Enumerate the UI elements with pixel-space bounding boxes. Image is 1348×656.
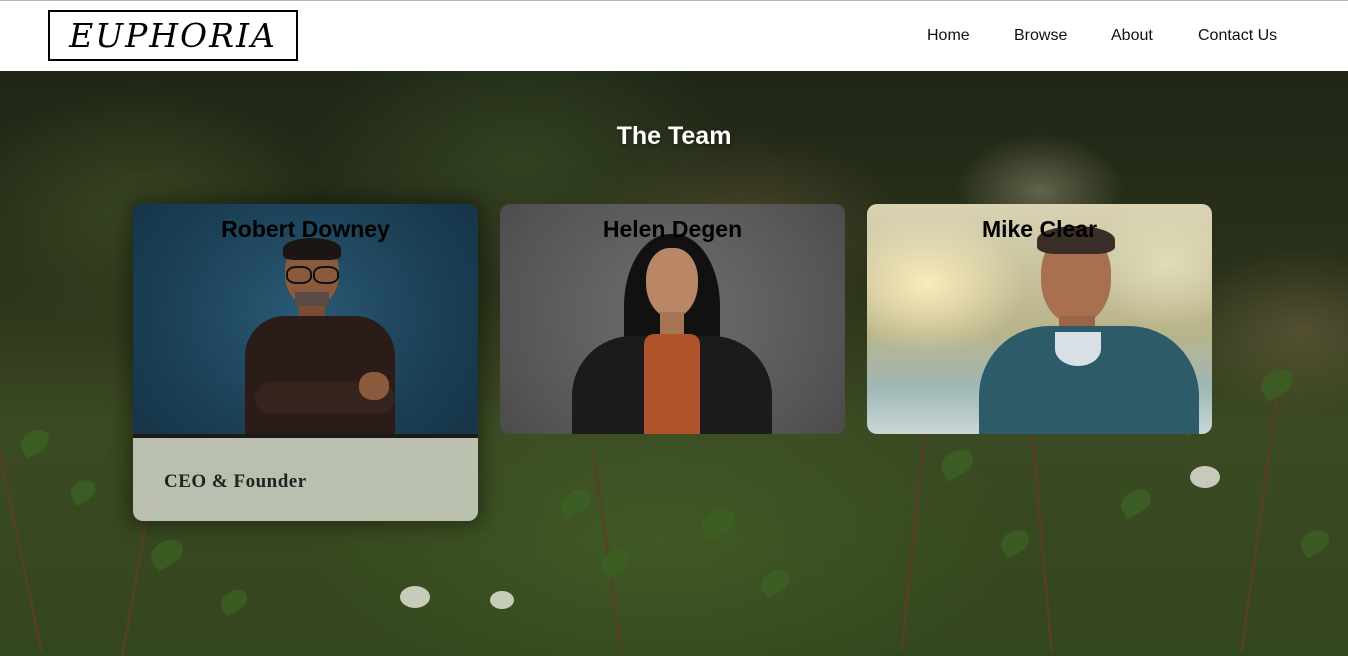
card-name: Mike Clear — [981, 216, 1098, 242]
nav-link-browse[interactable]: Browse — [1014, 26, 1067, 46]
card-role: CEO & Founder — [164, 471, 307, 492]
nav-link-about[interactable]: About — [1111, 26, 1153, 46]
nav-link-contact-us[interactable]: Contact Us — [1198, 26, 1277, 46]
team-card-mike-clear[interactable]: Mike Clear — [867, 204, 1212, 434]
page-title: The Team — [616, 122, 732, 150]
logo-text: EUPHORIA — [69, 16, 277, 55]
helen-degen-photo: Helen Degen — [500, 204, 845, 434]
site-header: EUPHORIA Home Browse About Contact Us — [0, 0, 1348, 71]
mike-clear-photo: Mike Clear — [867, 204, 1212, 434]
team-card-helen-degen[interactable]: Helen Degen — [500, 204, 845, 434]
nav-link-home[interactable]: Home — [927, 26, 970, 46]
robert-downey-photo: Robert Downey — [133, 204, 478, 434]
team-card-robert-downey[interactable]: Robert Downey CEO & Founder — [133, 204, 478, 521]
euphoria-logo[interactable]: EUPHORIA — [48, 10, 298, 61]
card-name: Robert Downey — [221, 216, 390, 242]
card-name: Helen Degen — [602, 216, 743, 242]
card-details-panel: CEO & Founder — [133, 434, 478, 521]
